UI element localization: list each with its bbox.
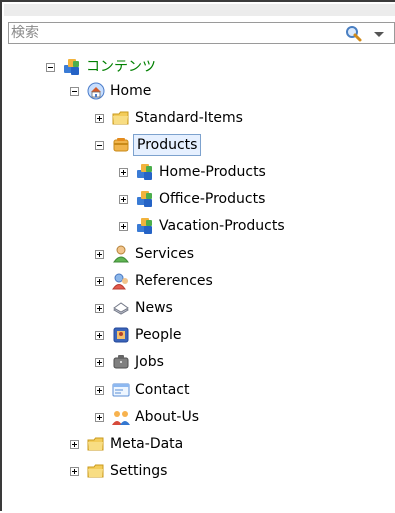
tree-item-label: Products bbox=[133, 134, 202, 156]
tree-root-icon bbox=[136, 163, 154, 181]
expand-toggle[interactable] bbox=[95, 412, 104, 422]
tree-item-label: Meta-Data bbox=[110, 436, 184, 452]
expand-toggle[interactable] bbox=[70, 466, 79, 476]
tree-item-people[interactable]: People bbox=[95, 323, 184, 347]
folder-icon bbox=[112, 109, 130, 127]
expand-toggle[interactable] bbox=[119, 194, 128, 204]
tree-item-label: About-Us bbox=[135, 409, 199, 425]
tree-item-products[interactable]: Products bbox=[95, 133, 202, 157]
user-icon bbox=[112, 245, 130, 263]
jobs-icon bbox=[112, 353, 130, 371]
tree-item-about-us[interactable]: About-Us bbox=[95, 405, 201, 429]
news-icon bbox=[112, 299, 130, 317]
tree-root-icon bbox=[136, 217, 154, 235]
tree-panel: コンテンツ Home Standard-It bbox=[0, 0, 395, 511]
tree-root-icon bbox=[63, 58, 81, 76]
products-icon bbox=[112, 136, 130, 154]
tree-item-label: コンテンツ bbox=[86, 59, 156, 75]
tree-item-label: Services bbox=[135, 246, 195, 262]
contact-icon bbox=[112, 381, 130, 399]
expand-toggle[interactable] bbox=[119, 167, 128, 177]
tree-item-home[interactable]: Home bbox=[70, 79, 153, 103]
tree-item-label: Vacation-Products bbox=[159, 218, 285, 234]
tree-item-label: Office-Products bbox=[159, 191, 266, 207]
tree-item-label: People bbox=[135, 327, 182, 343]
tree-item-label: Home bbox=[110, 83, 152, 99]
references-icon bbox=[112, 272, 130, 290]
tree-item-label: Home-Products bbox=[159, 164, 266, 180]
tree-item-label: Contact bbox=[135, 382, 190, 398]
content-tree: コンテンツ Home Standard-Items Products Home-… bbox=[2, 2, 395, 513]
tree-item-label: References bbox=[135, 273, 213, 289]
tree-item-home-products[interactable]: Home-Products bbox=[119, 160, 268, 184]
tree-item-label: Settings bbox=[110, 463, 168, 479]
expand-toggle[interactable] bbox=[95, 357, 104, 367]
expand-toggle[interactable] bbox=[95, 113, 104, 123]
tree-item-news[interactable]: News bbox=[95, 296, 175, 320]
collapse-toggle[interactable] bbox=[46, 62, 55, 72]
tree-item-label: Standard-Items bbox=[135, 110, 243, 126]
expand-toggle[interactable] bbox=[70, 439, 79, 449]
tree-item-contact[interactable]: Contact bbox=[95, 378, 191, 402]
group-icon bbox=[112, 408, 130, 426]
tree-item-vacation-products[interactable]: Vacation-Products bbox=[119, 214, 287, 238]
expand-toggle[interactable] bbox=[95, 249, 104, 259]
tree-item-office-products[interactable]: Office-Products bbox=[119, 187, 267, 211]
folder-icon bbox=[87, 462, 105, 480]
folder-icon bbox=[87, 435, 105, 453]
tree-item-references[interactable]: References bbox=[95, 269, 215, 293]
expand-toggle[interactable] bbox=[95, 385, 104, 395]
expand-toggle[interactable] bbox=[95, 303, 104, 313]
tree-item-services[interactable]: Services bbox=[95, 242, 196, 266]
tree-item-label: News bbox=[135, 300, 173, 316]
home-icon bbox=[87, 82, 105, 100]
tree-root-icon bbox=[136, 190, 154, 208]
tree-item-label: Jobs bbox=[135, 354, 164, 370]
tree-item-standard-items[interactable]: Standard-Items bbox=[95, 106, 245, 130]
tree-item-settings[interactable]: Settings bbox=[70, 459, 169, 483]
tree-item-meta-data[interactable]: Meta-Data bbox=[70, 432, 185, 456]
tree-item-root[interactable]: コンテンツ bbox=[46, 55, 158, 79]
people-icon bbox=[112, 326, 130, 344]
expand-toggle[interactable] bbox=[95, 276, 104, 286]
expand-toggle[interactable] bbox=[95, 330, 104, 340]
expand-toggle[interactable] bbox=[119, 221, 128, 231]
tree-item-jobs[interactable]: Jobs bbox=[95, 350, 166, 374]
collapse-toggle[interactable] bbox=[70, 86, 79, 96]
collapse-toggle[interactable] bbox=[95, 140, 104, 150]
